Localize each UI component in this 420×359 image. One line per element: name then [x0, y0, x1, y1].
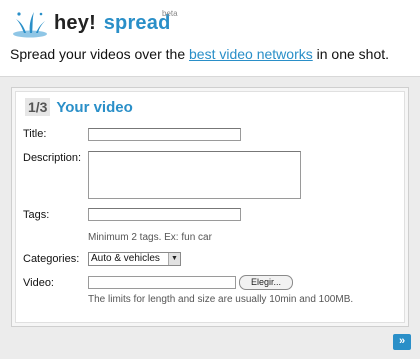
tagline: Spread your videos over the best video n… — [10, 46, 389, 62]
tags-input[interactable] — [88, 208, 241, 221]
brand-hey: hey! — [54, 12, 96, 34]
brand-logo-text: hey! spread — [54, 12, 171, 35]
form-panel — [11, 87, 409, 327]
tagline-text-start: Spread your videos over the — [10, 46, 189, 62]
step-heading: 1/3 Your video — [25, 98, 133, 118]
header: hey! spread beta Spread your videos over… — [0, 0, 420, 76]
video-limits-hint: The limits for length and size are usual… — [88, 294, 354, 305]
title-label: Title: — [23, 128, 47, 140]
beta-badge: beta — [162, 9, 178, 18]
triangle-down-icon[interactable]: ▼ — [168, 253, 180, 265]
description-label: Description: — [23, 152, 82, 164]
video-label: Video: — [23, 277, 54, 289]
video-file-path[interactable] — [88, 276, 236, 289]
tagline-text-end: in one shot. — [312, 46, 390, 62]
choose-file-button[interactable]: Elegir... — [239, 275, 293, 290]
description-textarea[interactable] — [88, 151, 301, 199]
best-video-networks-link[interactable]: best video networks — [189, 46, 313, 62]
step-title: Your video — [56, 99, 133, 116]
categories-label: Categories: — [23, 253, 80, 265]
brand-spread: spread — [103, 12, 171, 34]
tags-hint: Minimum 2 tags. Ex: fun car — [88, 232, 212, 243]
step-number: 1/3 — [25, 98, 51, 116]
title-input[interactable] — [88, 128, 241, 141]
categories-select[interactable]: Auto & vehicles ▼ — [88, 252, 181, 266]
categories-selected-value: Auto & vehicles — [91, 253, 160, 264]
tags-label: Tags: — [23, 209, 50, 221]
next-step-button[interactable]: » — [393, 334, 411, 350]
splash-icon — [13, 12, 47, 38]
